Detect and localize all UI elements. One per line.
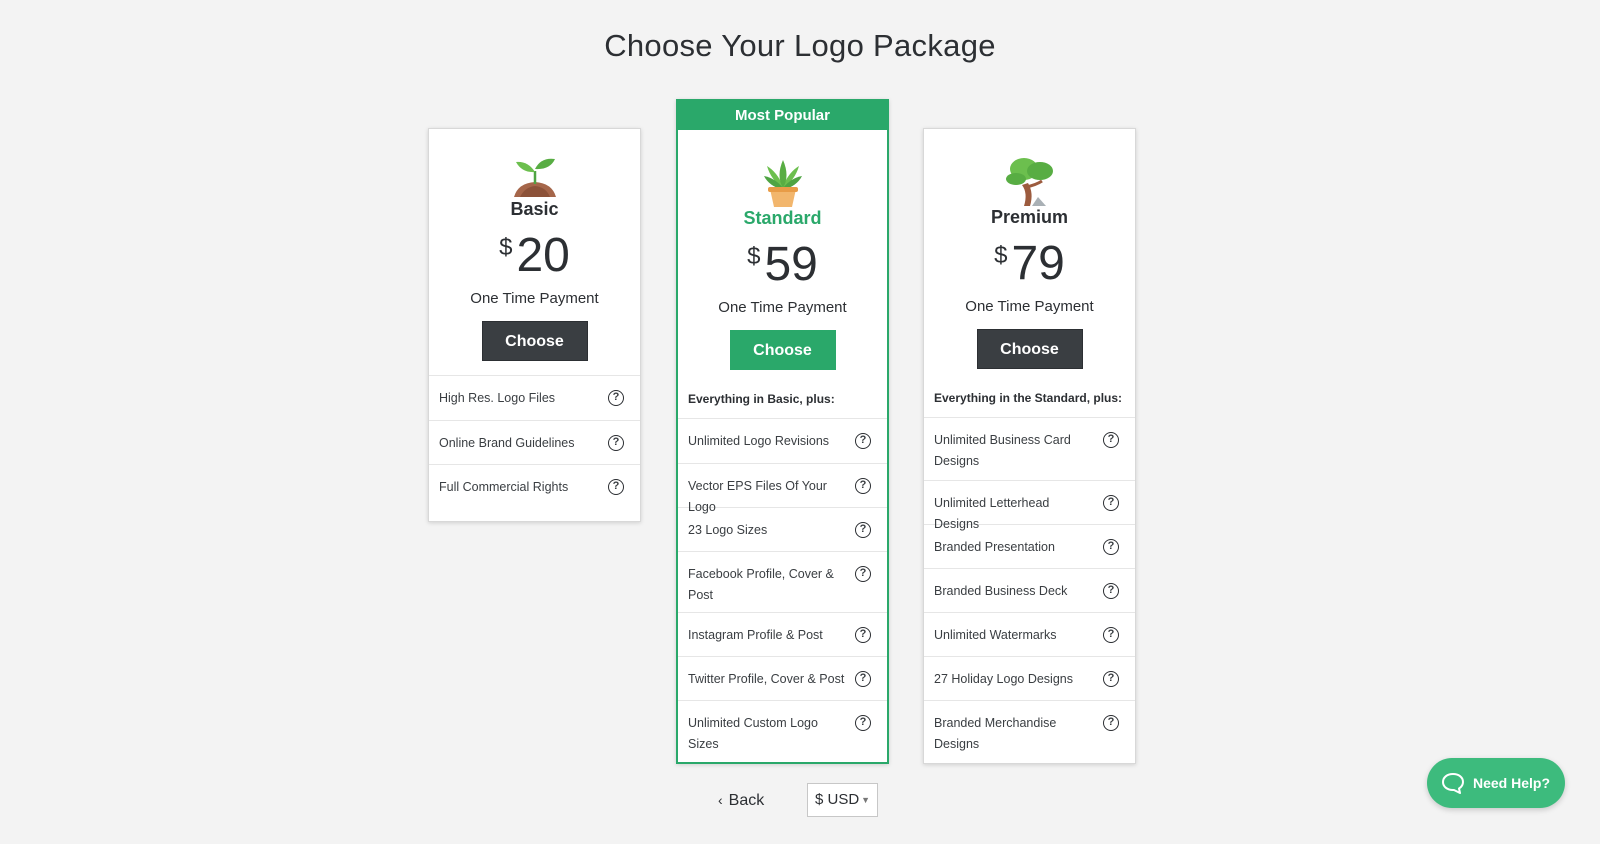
help-icon[interactable]: ? [855,433,871,449]
feature-item: Facebook Profile, Cover & Post? [678,551,887,612]
help-icon[interactable]: ? [855,522,871,538]
feature-list: Unlimited Logo Revisions? Vector EPS Fil… [678,418,887,751]
feature-label: Unlimited Letterhead Designs [934,496,1050,531]
plan-name: Premium [990,207,1069,227]
plan-card-basic: Basic $ 20 One Time Payment Choose High … [428,128,641,522]
feature-item: Online Brand Guidelines? [429,420,640,464]
feature-item: Instagram Profile & Post? [678,612,887,656]
help-icon[interactable]: ? [1103,715,1119,731]
feature-label: Unlimited Logo Revisions [688,434,830,448]
tree-icon [1005,158,1053,206]
help-icon[interactable]: ? [1103,627,1119,643]
currency-symbol: $ [499,234,513,261]
help-icon[interactable]: ? [855,627,871,643]
feature-item: Branded Merchandise Designs? [924,700,1135,751]
plan-card-standard: Most Popular Standard $ 59 One Time Paym… [676,99,889,764]
page-title: Choose Your Logo Package [604,28,996,63]
feature-list: High Res. Logo Files? Online Brand Guide… [429,375,640,508]
feature-label: 27 Holiday Logo Designs [934,672,1073,686]
chat-bubble-icon [1442,773,1464,794]
feature-label: Unlimited Watermarks [934,628,1057,642]
feature-label: 23 Logo Sizes [688,523,768,537]
help-icon[interactable]: ? [1103,539,1119,555]
most-popular-badge: Most Popular [678,101,887,130]
need-help-button[interactable]: Need Help? [1427,758,1565,808]
help-icon[interactable]: ? [855,478,871,494]
help-icon[interactable]: ? [608,390,624,406]
help-icon[interactable]: ? [1103,432,1119,448]
feature-item: Unlimited Letterhead Designs? [924,480,1135,531]
payment-type: One Time Payment [718,299,847,316]
plan-card-premium: Premium $ 79 One Time Payment Choose Eve… [923,128,1136,764]
feature-label: Branded Merchandise Designs [934,716,1057,751]
help-icon[interactable]: ? [1103,583,1119,599]
currency-symbol: $ [747,243,761,270]
price-amount: 59 [764,238,818,291]
plan-name: Standard [743,208,822,228]
plan-subtitle: Everything in Basic, plus: [688,392,835,406]
choose-basic-button[interactable]: Choose [481,321,588,361]
chevron-left-icon: ‹ [718,792,723,808]
feature-item: Unlimited Logo Revisions? [678,419,887,463]
payment-type: One Time Payment [965,298,1094,315]
price-amount: 79 [1011,237,1065,290]
plan-card-header: Standard $ 59 One Time Payment Choose [678,158,887,370]
feature-label: Unlimited Custom Logo Sizes [688,716,818,751]
feature-item: Unlimited Watermarks? [924,612,1135,656]
help-icon[interactable]: ? [608,435,624,451]
currency-selected-value: $ USD [815,791,860,808]
back-label: Back [728,792,765,809]
plan-price: $ 79 [924,238,1135,290]
feature-item: Twitter Profile, Cover & Post? [678,656,887,700]
help-icon[interactable]: ? [1103,671,1119,687]
feature-item: 27 Holiday Logo Designs? [924,656,1135,700]
plan-price: $ 59 [678,239,887,291]
feature-list: Unlimited Business Card Designs? Unlimit… [924,417,1135,751]
feature-label: High Res. Logo Files [439,391,556,405]
plan-card-header: Premium $ 79 One Time Payment Choose [924,155,1135,369]
need-help-label: Need Help? [1473,775,1551,791]
help-icon[interactable]: ? [855,671,871,687]
payment-type: One Time Payment [470,290,599,307]
currency-symbol: $ [994,242,1008,269]
feature-item: Branded Business Deck? [924,568,1135,612]
plan-subtitle: Everything in the Standard, plus: [934,391,1123,405]
feature-item: High Res. Logo Files? [429,376,640,420]
feature-label: Twitter Profile, Cover & Post [688,672,845,686]
plan-name: Basic [510,199,559,219]
feature-item: Vector EPS Files Of Your Logo? [678,463,887,514]
price-amount: 20 [516,229,570,282]
feature-item: Full Commercial Rights? [429,464,640,508]
feature-label: Instagram Profile & Post [688,628,823,642]
feature-label: Facebook Profile, Cover & Post [688,567,834,602]
feature-item: Unlimited Custom Logo Sizes? [678,700,887,751]
help-icon[interactable]: ? [855,715,871,731]
help-icon[interactable]: ? [1103,495,1119,511]
feature-label: Branded Business Deck [934,584,1068,598]
choose-premium-button[interactable]: Choose [976,329,1083,369]
currency-select[interactable]: $ USD ▼ [807,783,878,817]
feature-label: Branded Presentation [934,540,1055,554]
feature-label: Full Commercial Rights [439,480,569,494]
potted-plant-icon [763,160,802,207]
seedling-icon [513,158,556,197]
feature-label: Vector EPS Files Of Your Logo [688,479,827,514]
chevron-down-icon: ▼ [861,795,870,805]
help-icon[interactable]: ? [855,566,871,582]
choose-standard-button[interactable]: Choose [729,330,836,370]
help-icon[interactable]: ? [608,479,624,495]
back-link[interactable]: ‹ Back [718,792,764,810]
feature-item: Unlimited Business Card Designs? [924,418,1135,480]
feature-label: Unlimited Business Card Designs [934,433,1071,468]
plan-price: $ 20 [429,230,640,282]
feature-label: Online Brand Guidelines [439,436,575,450]
plan-card-header: Basic $ 20 One Time Payment Choose [429,153,640,361]
